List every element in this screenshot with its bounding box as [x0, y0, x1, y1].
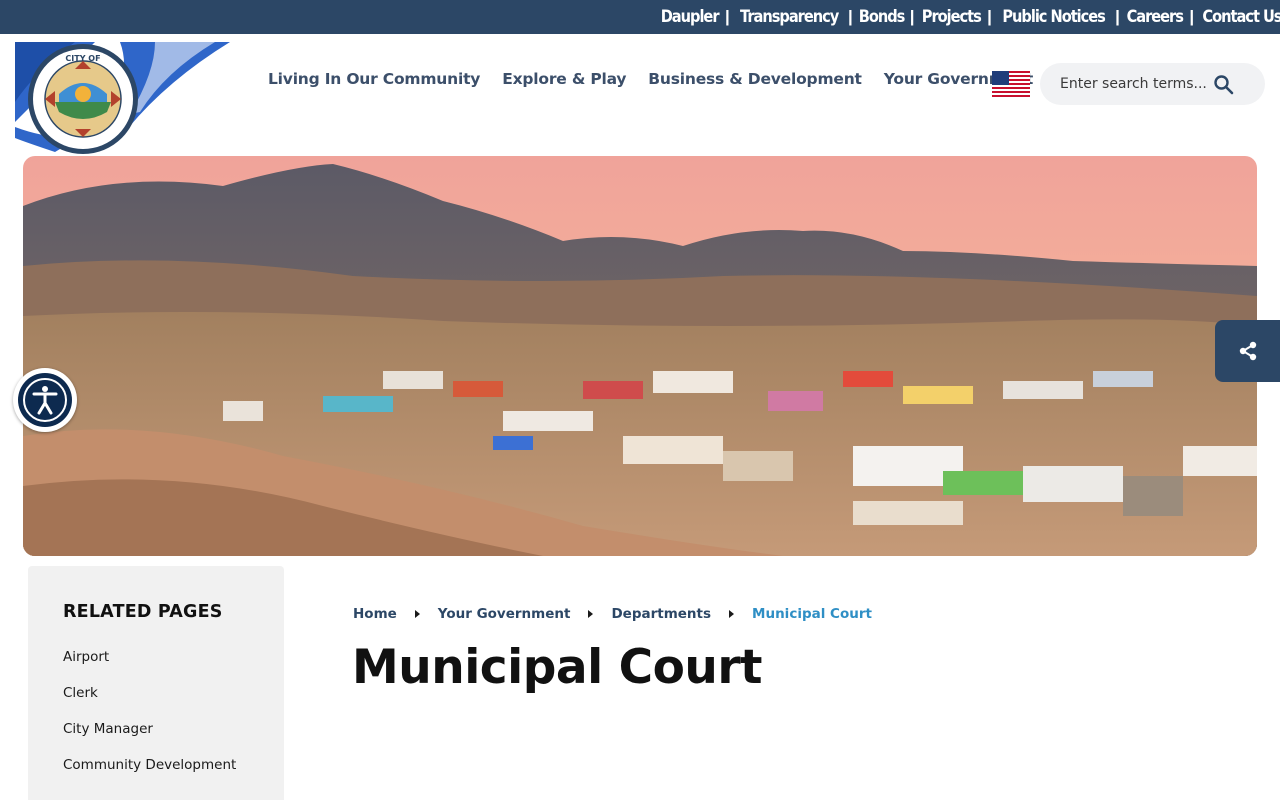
accessibility-button[interactable]: [13, 368, 77, 432]
city-logo[interactable]: CITY OF: [15, 42, 235, 157]
search-box: [1040, 63, 1265, 105]
seal-text-top: CITY OF: [65, 54, 100, 63]
us-flag-icon[interactable]: [992, 71, 1030, 97]
utility-separator: |: [724, 7, 730, 26]
city-seal-logo: CITY OF: [15, 42, 230, 154]
share-button[interactable]: [1215, 320, 1280, 382]
breadcrumb-your-government[interactable]: Your Government: [438, 606, 571, 622]
utility-separator: |: [987, 7, 992, 26]
related-link-airport[interactable]: Airport: [63, 648, 284, 684]
utility-link-public-notices[interactable]: Public Notices: [1002, 7, 1106, 27]
related-link-community-development[interactable]: Community Development: [63, 756, 284, 792]
breadcrumb-current: Municipal Court: [752, 606, 872, 622]
breadcrumb-arrow-icon: [729, 610, 735, 618]
nav-item-business-development[interactable]: Business & Development: [648, 70, 862, 88]
accessibility-icon: [18, 373, 72, 427]
utility-separator: |: [1189, 7, 1195, 26]
utility-bar: Daupler | Transparency | Bonds | Project…: [0, 0, 1280, 34]
share-icon: [1239, 341, 1256, 361]
utility-link-transparency[interactable]: Transparency: [740, 7, 839, 27]
breadcrumb-arrow-icon: [588, 610, 594, 618]
search-icon[interactable]: [1213, 74, 1235, 96]
related-pages-sidebar: RELATED PAGES Airport Clerk City Manager…: [28, 566, 284, 800]
utility-separator: |: [1115, 7, 1120, 26]
nav-item-explore-play[interactable]: Explore & Play: [502, 70, 626, 88]
breadcrumb-home[interactable]: Home: [353, 606, 397, 622]
search-input[interactable]: [1060, 76, 1210, 92]
utility-separator: |: [847, 7, 853, 26]
hero-banner-image: [23, 156, 1257, 556]
utility-links: Daupler | Transparency | Bonds | Project…: [656, 0, 1280, 34]
nav-item-living-in-our-community[interactable]: Living In Our Community: [268, 70, 480, 88]
utility-link-careers[interactable]: Careers: [1126, 7, 1183, 27]
related-link-city-manager[interactable]: City Manager: [63, 720, 284, 756]
utility-link-contact-us[interactable]: Contact Us: [1203, 7, 1280, 27]
utility-separator: |: [909, 7, 915, 26]
page-title: Municipal Court: [352, 640, 763, 695]
main-nav: Living In Our Community Explore & Play B…: [268, 70, 1033, 88]
breadcrumb: Home Your Government Departments Municip…: [353, 606, 872, 622]
utility-link-daupler[interactable]: Daupler: [660, 7, 719, 27]
related-pages-title: RELATED PAGES: [63, 602, 223, 622]
breadcrumb-departments[interactable]: Departments: [611, 606, 711, 622]
utility-link-projects[interactable]: Projects: [921, 7, 981, 27]
related-link-clerk[interactable]: Clerk: [63, 684, 284, 720]
utility-link-bonds[interactable]: Bonds: [858, 7, 905, 27]
breadcrumb-arrow-icon: [414, 610, 420, 618]
